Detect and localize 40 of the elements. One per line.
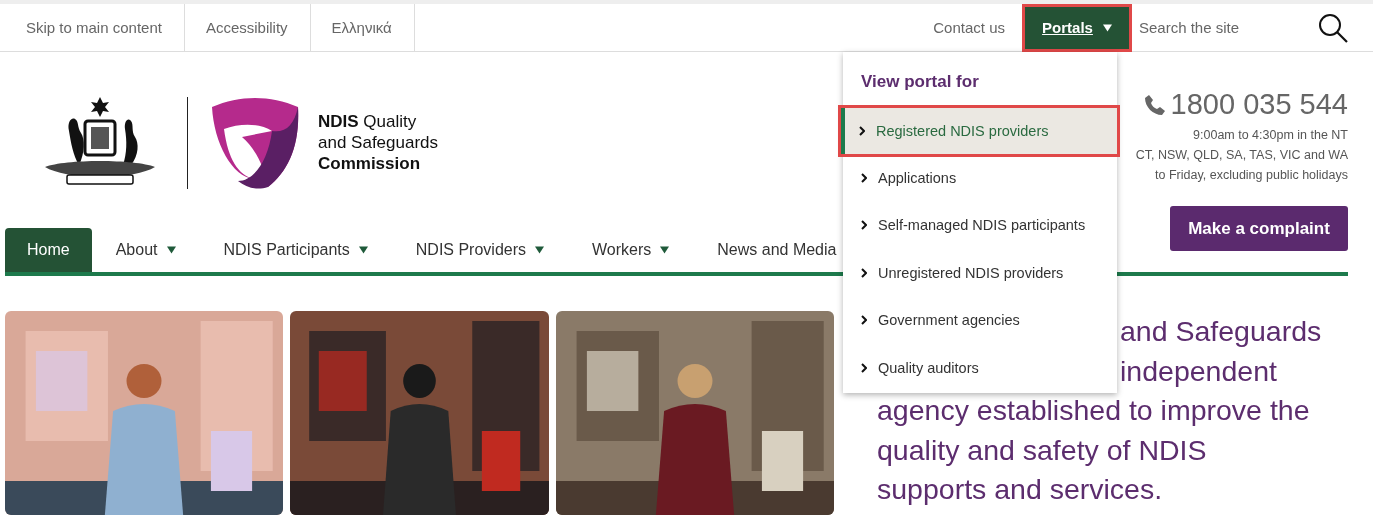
top-link[interactable]: Accessibility	[184, 4, 311, 51]
nav-tab[interactable]: About	[91, 228, 200, 272]
portal-menu-item[interactable]: Quality auditors	[843, 344, 1117, 392]
chevron-icon	[861, 267, 867, 278]
hero-text: independent	[1120, 353, 1277, 389]
portal-menu-item[interactable]: Self-managed NDIS participants	[843, 201, 1117, 249]
chevron-icon	[861, 220, 867, 231]
opening-hours-text: 9:00am to 4:30pm in the NT	[1192, 127, 1348, 144]
hero-text: supports and services.	[877, 472, 1163, 507]
logo-text: Commission	[318, 153, 422, 174]
search-icon[interactable]	[1318, 12, 1348, 43]
hero-text: agency established to improve the	[877, 393, 1310, 428]
portal-menu-item[interactable]: Applications	[843, 154, 1117, 202]
hero-text: quality and safety of NDIS	[877, 432, 1207, 468]
logo-text: NDIS Quality	[318, 111, 418, 132]
chevron-icon	[861, 362, 867, 373]
shield-logo-icon	[210, 95, 300, 190]
portal-menu-item[interactable]: Registered NDIS providers	[841, 108, 1117, 154]
make-complaint-button[interactable]: Make a complaint	[1170, 206, 1348, 251]
nav-tab[interactable]: NDIS Providers	[391, 228, 568, 272]
portal-menu-heading: View portal for	[860, 72, 980, 93]
nav-tab[interactable]: NDIS Participants	[199, 228, 392, 272]
portal-menu-item[interactable]: Unregistered NDIS providers	[843, 249, 1117, 297]
portals-button[interactable]: Portals	[1025, 6, 1129, 49]
hero-text: and Safeguards	[1120, 314, 1322, 349]
chevron-icon	[861, 172, 867, 183]
nav-tab[interactable]: Home	[5, 228, 92, 272]
contact-link[interactable]: Contact us	[933, 19, 1005, 36]
nav-tab[interactable]: Workers	[568, 228, 694, 272]
chevron-icon	[859, 126, 865, 136]
phone-icon	[1142, 92, 1167, 117]
phone-number: 1800 035 544	[1170, 88, 1348, 121]
top-link[interactable]: Skip to main content	[5, 4, 185, 51]
opening-hours-text: CT, NSW, QLD, SA, TAS, VIC and WA	[1135, 147, 1348, 164]
top-link[interactable]: Ελληνικά	[310, 4, 415, 51]
chevron-icon	[861, 315, 867, 326]
portal-menu-item[interactable]: Government agencies	[843, 296, 1117, 344]
caret-icon	[1102, 23, 1112, 32]
opening-hours-text: to Friday, excluding public holidays	[1154, 167, 1348, 184]
logo-text: and Safeguards	[318, 132, 439, 153]
